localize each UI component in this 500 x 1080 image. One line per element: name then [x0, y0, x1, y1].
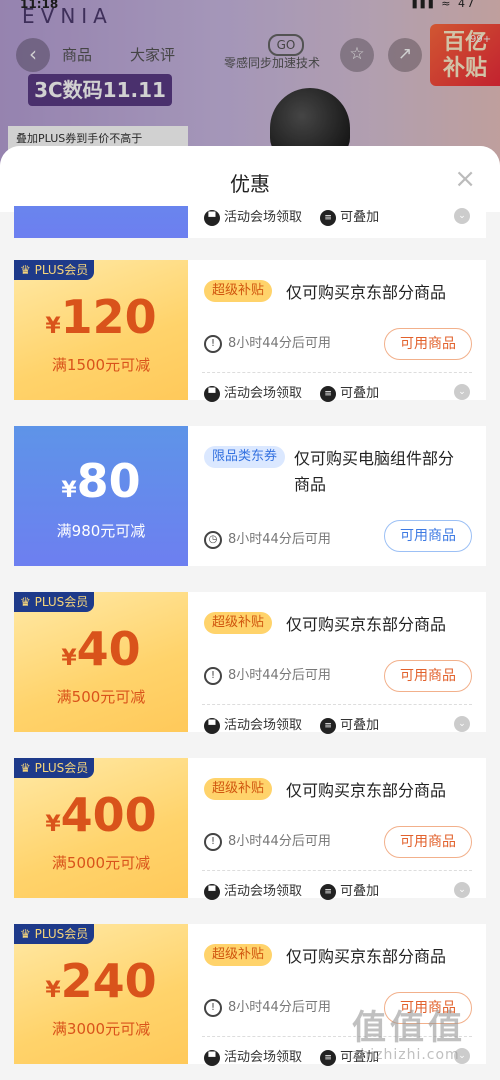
sheet-header: 优惠 ×: [0, 146, 500, 212]
divider: [202, 704, 472, 705]
coupon-left-panel: [14, 206, 188, 238]
coupon-card[interactable]: ♛ PLUS会员 ¥120 满1500元可减 超级补贴 仅可购买京东部分商品 !…: [14, 260, 486, 402]
coupon-left-panel: ♛ PLUS会员 ¥400 满5000元可减: [14, 758, 188, 898]
clock-icon: !: [204, 998, 222, 1017]
coupon-card[interactable]: ♛ PLUS会员 ¥40 满500元可减 超级补贴 仅可购买京东部分商品 ! 8小…: [14, 592, 486, 734]
stack-icon: ≡: [320, 717, 337, 734]
coupon-desc: 仅可购买京东部分商品: [286, 283, 447, 302]
divider: [202, 870, 472, 871]
coupon-right-panel: 超级补贴 仅可购买京东部分商品 ! 8小时44分后可用 可用商品 ▀ 活动会场领取 …: [188, 260, 486, 402]
coupon-condition: 满5000元可减: [51, 854, 151, 872]
eligible-products-button[interactable]: 可用商品: [384, 520, 472, 552]
site-watermark: 值值值 zhizhizhi.com: [352, 1000, 492, 1080]
coupon-desc: 仅可购买京东部分商品: [286, 615, 447, 634]
plus-member-badge: ♛ PLUS会员: [14, 758, 95, 778]
venue-icon: ▀: [204, 385, 220, 402]
coupon-left-panel: ¥80 满980元可减: [14, 426, 188, 566]
plus-member-badge: ♛ PLUS会员: [14, 260, 95, 280]
meta-claim-venue: 活动会场领取: [224, 210, 303, 225]
venue-icon: ▀: [204, 883, 220, 900]
coupon-tag: 超级补贴: [204, 944, 273, 966]
eligible-products-button[interactable]: 可用商品: [384, 328, 472, 360]
coupon-meta: ▀ 活动会场领取 ≡ 可叠加: [204, 714, 379, 734]
meta-claim-venue: 活动会场领取: [224, 1050, 303, 1065]
stack-icon: ≡: [320, 209, 337, 226]
coupon-desc: 仅可购买京东部分商品: [286, 947, 447, 966]
meta-stackable: 可叠加: [340, 718, 380, 733]
coupon-tag: 超级补贴: [204, 612, 273, 634]
coupon-card[interactable]: ♛ PLUS会员 ¥400 满5000元可减 超级补贴 仅可购买京东部分商品 !…: [14, 758, 486, 900]
coupon-condition: 满980元可减: [56, 522, 146, 540]
expand-icon[interactable]: ⌄: [454, 384, 470, 400]
stack-icon: ≡: [320, 1049, 337, 1066]
close-button[interactable]: ×: [454, 164, 476, 194]
coupon-timer: ! 8小时44分后可用: [204, 830, 331, 851]
coupon-tag: 超级补贴: [204, 778, 273, 800]
clock-icon: !: [204, 832, 222, 851]
coupon-amount: ¥80: [61, 454, 141, 508]
coupon-tag: 限品类东券: [204, 446, 286, 468]
meta-claim-venue: 活动会场领取: [224, 718, 303, 733]
clock-icon: !: [204, 334, 222, 353]
venue-icon: ▀: [204, 209, 220, 226]
plus-member-badge: ♛ PLUS会员: [14, 592, 95, 612]
coupon-desc: 仅可购买京东部分商品: [286, 781, 447, 800]
meta-claim-venue: 活动会场领取: [224, 884, 303, 899]
watermark-url: zhizhizhi.com: [352, 1047, 460, 1063]
eligible-products-button[interactable]: 可用商品: [384, 826, 472, 858]
plus-member-badge: ♛ PLUS会员: [14, 924, 95, 944]
sheet-title: 优惠: [230, 172, 270, 196]
coupon-condition: 满1500元可减: [51, 356, 151, 374]
coupon-tag: 超级补贴: [204, 280, 273, 302]
meta-claim-venue: 活动会场领取: [224, 386, 303, 401]
coupon-right-panel: 超级补贴 仅可购买京东部分商品 ! 8小时44分后可用 可用商品 ▀ 活动会场领取 …: [188, 758, 486, 900]
expand-icon[interactable]: ⌄: [454, 208, 470, 224]
divider: [202, 372, 472, 373]
clock-icon: !: [204, 666, 222, 685]
venue-icon: ▀: [204, 717, 220, 734]
coupon-amount: ¥240: [45, 954, 157, 1008]
close-icon: ×: [454, 164, 476, 194]
watermark-logo: 值值值: [352, 1008, 466, 1048]
meta-stackable: 可叠加: [340, 884, 380, 899]
coupon-meta: ▀ 活动会场领取 ≡ 可叠加: [204, 382, 379, 402]
clock-icon: ◷: [204, 530, 222, 549]
coupon-amount: ¥120: [45, 290, 157, 344]
coupon-condition: 满500元可减: [56, 688, 146, 706]
coupon-amount: ¥400: [45, 788, 157, 842]
coupon-card-partial: ▀ 活动会场领取 ≡ 可叠加 ⌄: [14, 206, 486, 238]
expand-icon[interactable]: ⌄: [454, 716, 470, 732]
coupon-list[interactable]: ▀ 活动会场领取 ≡ 可叠加 ⌄ ♛ PLUS会员 ¥120 满1500元可减 超级…: [0, 206, 500, 1080]
coupon-left-panel: ♛ PLUS会员 ¥120 满1500元可减: [14, 260, 188, 400]
eligible-products-button[interactable]: 可用商品: [384, 660, 472, 692]
coupon-amount: ¥40: [61, 622, 141, 676]
coupon-sheet: 优惠 × ▀ 活动会场领取 ≡ 可叠加 ⌄ ♛ PLUS会员 ¥120 满1500元…: [0, 146, 500, 1080]
coupon-timer: ◷ 8小时44分后可用: [204, 528, 331, 549]
coupon-right-panel: ▀ 活动会场领取 ≡ 可叠加 ⌄: [188, 206, 486, 238]
coupon-meta: ▀ 活动会场领取 ≡ 可叠加: [204, 206, 379, 226]
venue-icon: ▀: [204, 1049, 220, 1066]
meta-stackable: 可叠加: [340, 386, 380, 401]
coupon-timer: ! 8小时44分后可用: [204, 664, 331, 685]
coupon-card[interactable]: ¥80 满980元可减 限品类东券 仅可购买电脑组件部分商品 ◷ 8小时44分后可…: [14, 426, 486, 566]
coupon-condition: 满3000元可减: [51, 1020, 151, 1038]
stack-icon: ≡: [320, 883, 337, 900]
coupon-left-panel: ♛ PLUS会员 ¥40 满500元可减: [14, 592, 188, 732]
coupon-right-panel: 限品类东券 仅可购买电脑组件部分商品 ◷ 8小时44分后可用 可用商品: [188, 426, 486, 566]
coupon-desc: 仅可购买电脑组件部分商品: [294, 449, 455, 494]
coupon-right-panel: 超级补贴 仅可购买京东部分商品 ! 8小时44分后可用 可用商品 ▀ 活动会场领取 …: [188, 592, 486, 734]
coupon-timer: ! 8小时44分后可用: [204, 996, 331, 1017]
meta-stackable: 可叠加: [340, 210, 380, 225]
coupon-left-panel: ♛ PLUS会员 ¥240 满3000元可减: [14, 924, 188, 1064]
coupon-timer: ! 8小时44分后可用: [204, 332, 331, 353]
coupon-meta: ▀ 活动会场领取 ≡ 可叠加: [204, 880, 379, 900]
expand-icon[interactable]: ⌄: [454, 882, 470, 898]
stack-icon: ≡: [320, 385, 337, 402]
